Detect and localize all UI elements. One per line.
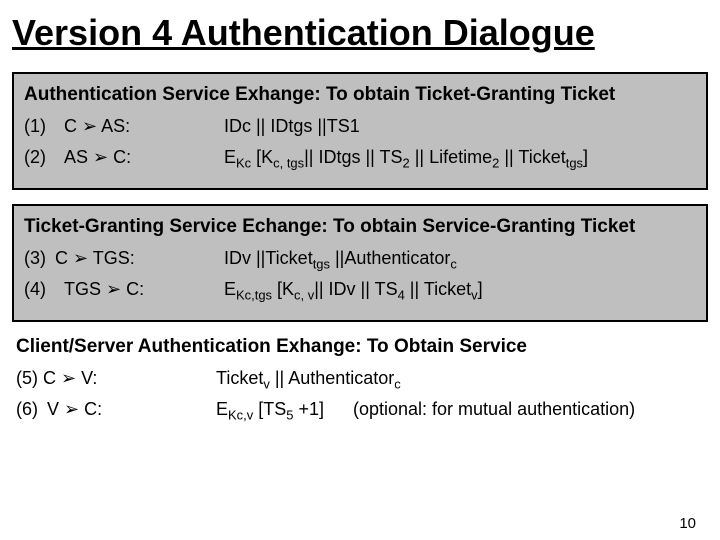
step-1-lhs: (1) C ➢ AS: [24, 116, 224, 137]
step-3-lhs: (3) C ➢ TGS: [24, 248, 224, 269]
page-number: 10 [679, 515, 696, 532]
step-2-rhs: EKc [Kc, tgs|| IDtgs || TS2 || Lifetime2… [224, 147, 696, 168]
step-6-row: (6) V ➢ C: EKc,v [TS5 +1] (optional: for… [16, 399, 704, 420]
step-1-rhs: IDc || IDtgs ||TS1 [224, 116, 696, 137]
tgs-exchange-panel: Ticket-Granting Service Echange: To obta… [12, 204, 708, 322]
step-5-rhs: Ticketv || Authenticatorc [216, 368, 704, 389]
step-1-row: (1) C ➢ AS: IDc || IDtgs ||TS1 [24, 116, 696, 137]
step-4-rhs: EKc,tgs [Kc, v|| IDv || TS4 || Ticketv] [224, 279, 696, 300]
cs-exchange-heading: Client/Server Authentication Exhange: To… [16, 336, 704, 358]
step-2-lhs: (2) AS ➢ C: [24, 147, 224, 168]
step-6-lhs: (6) V ➢ C: [16, 399, 216, 420]
step-4-lhs: (4) TGS ➢ C: [24, 279, 224, 300]
step-5-lhs: (5) C ➢ V: [16, 368, 216, 389]
as-exchange-panel: Authentication Service Exhange: To obtai… [12, 72, 708, 190]
step-6-optional-note: (optional: for mutual authentication) [353, 399, 635, 420]
cs-exchange-block: Client/Server Authentication Exhange: To… [12, 336, 708, 420]
step-6-rhs: EKc,v [TS5 +1] (optional: for mutual aut… [216, 399, 704, 420]
step-5-row: (5) C ➢ V: Ticketv || Authenticatorc [16, 368, 704, 389]
step-3-row: (3) C ➢ TGS: IDv ||Tickettgs ||Authentic… [24, 248, 696, 269]
step-3-rhs: IDv ||Tickettgs ||Authenticatorc [224, 248, 696, 269]
tgs-exchange-heading: Ticket-Granting Service Echange: To obta… [24, 216, 696, 238]
as-exchange-heading: Authentication Service Exhange: To obtai… [24, 84, 696, 106]
page-title: Version 4 Authentication Dialogue [12, 12, 708, 54]
step-2-row: (2) AS ➢ C: EKc [Kc, tgs|| IDtgs || TS2 … [24, 147, 696, 168]
step-4-row: (4) TGS ➢ C: EKc,tgs [Kc, v|| IDv || TS4… [24, 279, 696, 300]
step-6-expr: EKc,v [TS5 +1] [216, 399, 324, 419]
